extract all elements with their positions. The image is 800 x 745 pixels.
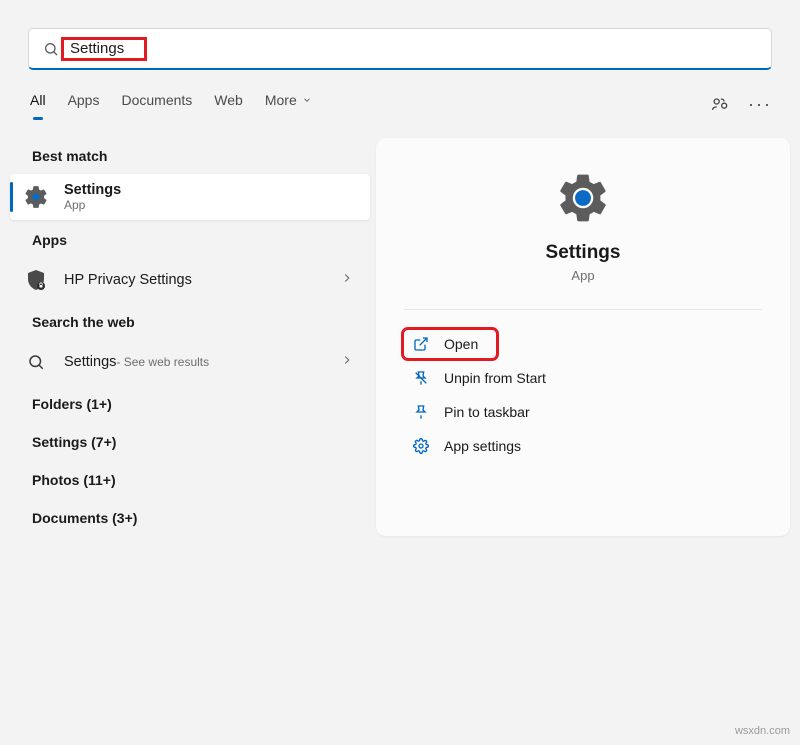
preview-pane: Settings App Open Unpin from Start Pi: [376, 138, 790, 536]
watermark: wsxdn.com: [735, 725, 790, 737]
section-folders[interactable]: Folders (1+): [10, 384, 370, 422]
gear-icon: [555, 170, 611, 226]
section-best-match: Best match: [10, 136, 370, 174]
chevron-down-icon: [302, 92, 312, 108]
result-hp-privacy-settings[interactable]: HP Privacy Settings: [10, 258, 370, 302]
action-label: Unpin from Start: [444, 370, 546, 386]
result-title: Settings: [64, 354, 116, 370]
result-title: HP Privacy Settings: [64, 272, 192, 288]
gear-icon: [22, 183, 50, 211]
result-title: Settings: [64, 182, 121, 198]
more-options-icon[interactable]: ···: [748, 94, 772, 117]
tab-more[interactable]: More: [265, 92, 312, 118]
tab-documents[interactable]: Documents: [121, 92, 192, 118]
preview-title: Settings: [546, 242, 621, 264]
tab-web[interactable]: Web: [214, 92, 243, 118]
pin-icon: [412, 404, 430, 420]
filter-tabs: All Apps Documents Web More ···: [0, 70, 800, 118]
result-subtitle: App: [64, 198, 121, 212]
gear-icon: [412, 438, 430, 454]
result-web-settings[interactable]: Settings - See web results: [10, 340, 370, 384]
action-label: App settings: [444, 438, 521, 454]
tab-apps[interactable]: Apps: [68, 92, 100, 118]
search-input[interactable]: [66, 40, 138, 57]
preview-subtitle: App: [571, 268, 594, 283]
section-apps: Apps: [10, 220, 370, 258]
search-icon: [43, 41, 59, 57]
action-label: Pin to taskbar: [444, 404, 530, 420]
shield-lock-icon: [22, 266, 50, 294]
result-best-settings[interactable]: Settings App: [10, 174, 370, 220]
action-open[interactable]: Open: [404, 330, 496, 358]
action-pin-taskbar[interactable]: Pin to taskbar: [404, 398, 762, 426]
section-photos[interactable]: Photos (11+): [10, 460, 370, 498]
chevron-right-icon: [340, 271, 354, 290]
section-search-web: Search the web: [10, 302, 370, 340]
unpin-icon: [412, 370, 430, 386]
account-switch-icon[interactable]: [710, 94, 730, 117]
results-pane: Best match Settings App Apps HP Privacy …: [10, 130, 370, 536]
search-box[interactable]: [28, 28, 772, 70]
section-documents[interactable]: Documents (3+): [10, 498, 370, 536]
result-subtitle: - See web results: [116, 355, 209, 369]
action-unpin-start[interactable]: Unpin from Start: [404, 364, 762, 392]
tab-all[interactable]: All: [30, 92, 46, 118]
action-label: Open: [444, 336, 478, 352]
search-highlight-box: [61, 37, 147, 61]
search-icon: [22, 348, 50, 376]
tab-more-label: More: [265, 92, 297, 108]
open-external-icon: [412, 336, 430, 352]
chevron-right-icon: [340, 353, 354, 372]
section-settings[interactable]: Settings (7+): [10, 422, 370, 460]
action-app-settings[interactable]: App settings: [404, 432, 762, 460]
